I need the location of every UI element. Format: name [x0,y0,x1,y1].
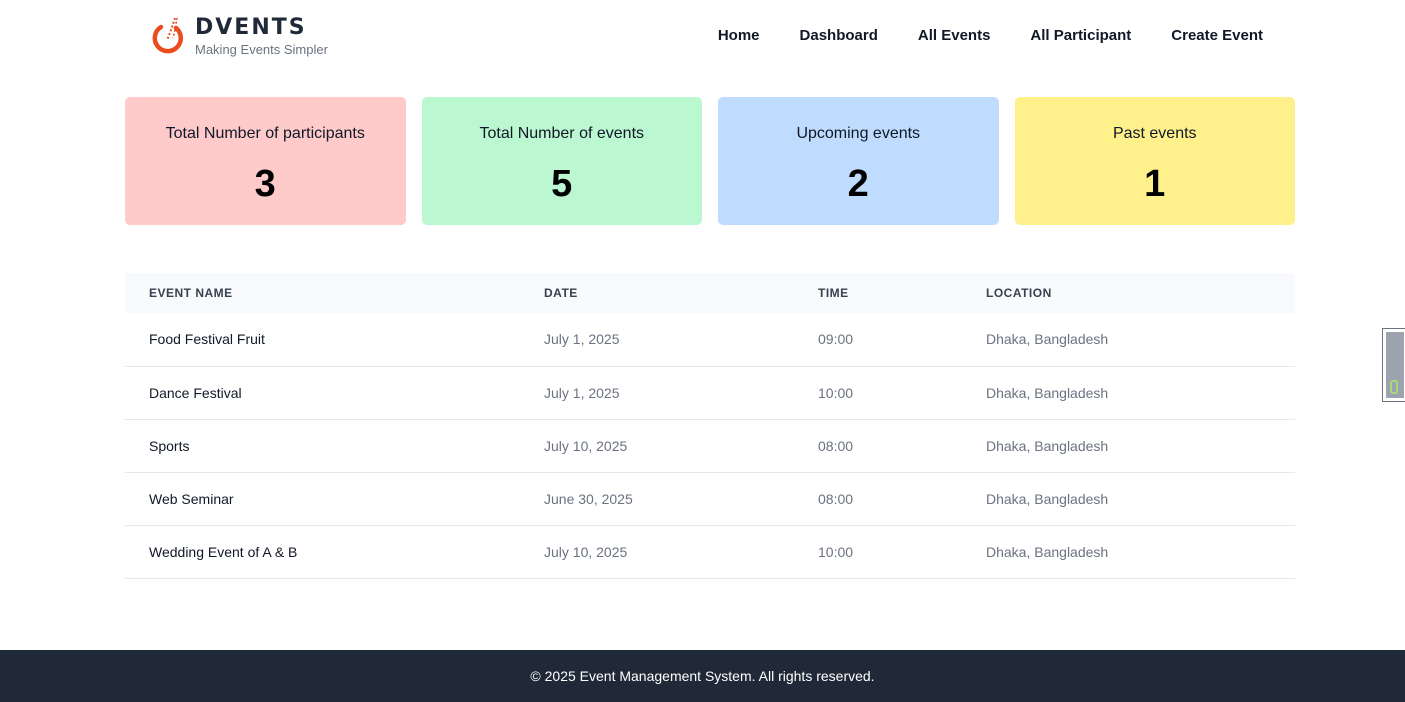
stat-value: 1 [1144,163,1166,205]
event-name-cell: Sports [125,419,520,473]
event-date-cell: July 10, 2025 [520,525,794,579]
stat-card-upcoming: Upcoming events 2 [718,97,999,225]
column-header-date: DATE [544,286,578,300]
event-date-cell: July 1, 2025 [520,313,794,367]
event-name-cell: Food Festival Fruit [125,313,520,367]
event-location-cell: Dhaka, Bangladesh [962,366,1295,420]
table-header-row: EVENT NAME DATE TIME LOCATION [125,273,1295,313]
nav-create-event[interactable]: Create Event [1171,26,1263,46]
column-header-event-name: EVENT NAME [149,286,233,300]
column-header-location: LOCATION [986,286,1052,300]
nav-dashboard[interactable]: Dashboard [800,26,878,46]
events-table-section: EVENT NAME DATE TIME LOCATION Food Festi… [125,273,1295,579]
nav-home[interactable]: Home [718,26,760,46]
site-footer: © 2025 Event Management System. All righ… [0,650,1405,702]
event-time-cell: 08:00 [794,472,962,526]
event-date-cell: June 30, 2025 [520,472,794,526]
column-header-time: TIME [818,286,849,300]
table-row[interactable]: Food Festival Fruit July 1, 2025 09:00 D… [125,313,1295,367]
main-nav: Home Dashboard All Events All Participan… [718,26,1263,46]
brand-tagline: Making Events Simpler [195,41,328,57]
stat-label: Upcoming events [796,125,921,142]
event-location-cell: Dhaka, Bangladesh [962,472,1295,526]
event-time-cell: 08:00 [794,419,962,473]
stat-label: Past events [1112,125,1197,142]
footer-copyright: © 2025 Event Management System. All righ… [530,668,875,684]
events-table: EVENT NAME DATE TIME LOCATION Food Festi… [125,273,1295,579]
event-location-cell: Dhaka, Bangladesh [962,525,1295,579]
extension-widget-icon[interactable] [1382,328,1405,402]
stat-value: 5 [551,163,573,205]
stat-value: 3 [254,163,276,205]
event-name-cell: Dance Festival [125,366,520,420]
torch-logo-icon [152,17,184,54]
stat-card-events: Total Number of events 5 [421,97,702,225]
nav-all-events[interactable]: All Events [918,26,991,46]
brand-name: DVENTS [195,14,307,40]
event-location-cell: Dhaka, Bangladesh [962,313,1295,367]
brand[interactable]: DVENTS Making Events Simpler [148,14,328,58]
event-date-cell: July 1, 2025 [520,366,794,420]
event-time-cell: 10:00 [794,525,962,579]
table-row[interactable]: Sports July 10, 2025 08:00 Dhaka, Bangla… [125,419,1295,473]
event-name-cell: Web Seminar [125,472,520,526]
table-row[interactable]: Web Seminar June 30, 2025 08:00 Dhaka, B… [125,472,1295,526]
event-time-cell: 10:00 [794,366,962,420]
stats-cards: Total Number of participants 3 Total Num… [125,97,1295,225]
table-row[interactable]: Dance Festival July 1, 2025 10:00 Dhaka,… [125,366,1295,420]
stat-value: 2 [847,163,869,205]
event-time-cell: 09:00 [794,313,962,367]
nav-all-participant[interactable]: All Participant [1030,26,1131,46]
site-header: DVENTS Making Events Simpler Home Dashbo… [0,0,1405,80]
stat-label: Total Number of events [479,125,645,142]
stat-label: Total Number of participants [165,125,365,142]
event-date-cell: July 10, 2025 [520,419,794,473]
event-name-cell: Wedding Event of A & B [125,525,520,579]
event-location-cell: Dhaka, Bangladesh [962,419,1295,473]
table-row[interactable]: Wedding Event of A & B July 10, 2025 10:… [125,525,1295,579]
stat-card-participants: Total Number of participants 3 [125,97,406,225]
stat-card-past: Past events 1 [1014,97,1295,225]
